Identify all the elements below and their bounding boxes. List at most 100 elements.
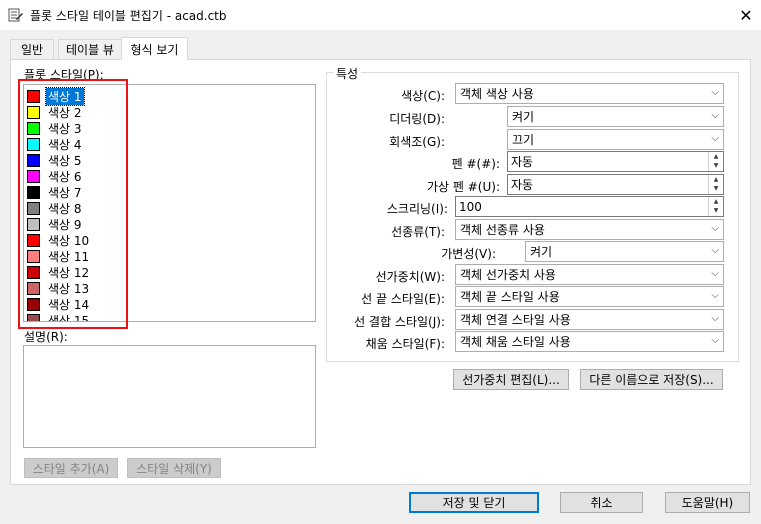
tab-general[interactable]: 일반 — [10, 39, 54, 59]
spin-up-icon[interactable]: ▲ — [709, 152, 723, 161]
adaptive-dropdown[interactable]: 켜기 ⌵ — [525, 241, 724, 262]
tab-form-view[interactable]: 형식 보기 — [121, 37, 188, 60]
fill-style-label: 채움 스타일(F): — [365, 337, 445, 351]
pen-number-spinner[interactable]: 자동 ▲ ▼ — [507, 151, 724, 172]
line-end-style-value: 객체 끝 스타일 사용 — [460, 290, 560, 304]
plot-style-name: 색상 5 — [48, 153, 82, 168]
plot-style-name: 색상 7 — [48, 185, 82, 200]
plot-styles-list[interactable]: 색상 1 색상 2 색상 3 색상 4 색상 5 색상 6 색상 7 색상 8 색상 9 색상 1… — [23, 84, 316, 322]
dither-value: 켜기 — [512, 110, 535, 124]
plot-style-name: 색상 4 — [48, 137, 82, 152]
plot-style-item[interactable]: 색상 11 — [27, 248, 91, 264]
screening-value: 100 — [459, 199, 482, 214]
color-dropdown[interactable]: 객체 색상 사용 ⌵ — [455, 83, 724, 104]
plot-style-item[interactable]: 색상 4 — [27, 136, 84, 152]
spinner-buttons[interactable]: ▲ ▼ — [708, 197, 723, 216]
color-swatch-icon — [27, 89, 40, 103]
pen-number-value: 자동 — [511, 155, 534, 169]
close-icon[interactable]: ✕ — [731, 0, 761, 30]
tab-table-view[interactable]: 테이블 뷰 — [58, 39, 122, 59]
plot-style-name: 색상 15 — [48, 313, 90, 322]
spinner-buttons[interactable]: ▲ ▼ — [708, 152, 723, 171]
plot-style-item[interactable]: 색상 2 — [27, 104, 84, 120]
plot-style-item[interactable]: 색상 5 — [27, 152, 84, 168]
chevron-down-icon: ⌵ — [711, 245, 719, 256]
plot-style-name: 색상 13 — [48, 281, 90, 296]
plot-style-name: 색상 12 — [48, 265, 90, 280]
color-swatch-icon — [27, 265, 40, 279]
pen-number-label: 펜 #(#): — [451, 157, 500, 171]
edit-lineweights-button[interactable]: 선가중치 편집(L)... — [453, 369, 569, 390]
spin-down-icon[interactable]: ▼ — [709, 184, 723, 193]
color-value: 객체 색상 사용 — [460, 87, 534, 101]
color-swatch-icon — [27, 121, 40, 135]
chevron-down-icon: ⌵ — [711, 290, 719, 301]
plot-style-item[interactable]: 색상 14 — [27, 296, 91, 312]
spin-down-icon[interactable]: ▼ — [709, 161, 723, 170]
color-swatch-icon — [27, 233, 40, 247]
plot-style-name: 색상 6 — [48, 169, 82, 184]
color-swatch-icon — [27, 105, 40, 119]
line-end-style-label: 선 끝 스타일(E): — [361, 292, 445, 306]
lineweight-value: 객체 선가중치 사용 — [460, 268, 556, 282]
plot-styles-label: 플롯 스타일(P): — [24, 68, 104, 82]
line-join-style-dropdown[interactable]: 객체 연결 스타일 사용 ⌵ — [455, 309, 724, 330]
color-swatch-icon — [27, 137, 40, 151]
grayscale-value: 끄기 — [512, 133, 535, 147]
add-style-button[interactable]: 스타일 추가(A) — [24, 458, 118, 478]
line-join-style-value: 객체 연결 스타일 사용 — [460, 313, 571, 327]
help-button[interactable]: 도움말(H) — [665, 492, 750, 513]
plot-style-name: 색상 14 — [48, 297, 90, 312]
window-title: 플롯 스타일 테이블 편집기 - acad.ctb — [30, 9, 227, 23]
virtual-pen-spinner[interactable]: 자동 ▲ ▼ — [507, 174, 724, 195]
description-textarea[interactable] — [23, 345, 316, 448]
plot-style-item[interactable]: 색상 15 — [27, 312, 91, 322]
dither-dropdown[interactable]: 켜기 ⌵ — [507, 106, 724, 127]
spin-up-icon[interactable]: ▲ — [709, 175, 723, 184]
grayscale-label: 회색조(G): — [389, 135, 445, 149]
fill-style-dropdown[interactable]: 객체 채움 스타일 사용 ⌵ — [455, 331, 724, 352]
chevron-down-icon: ⌵ — [711, 110, 719, 121]
color-swatch-icon — [27, 313, 40, 321]
save-and-close-button[interactable]: 저장 및 닫기 — [409, 492, 539, 513]
plot-style-item[interactable]: 색상 1 — [27, 86, 85, 106]
plot-style-item[interactable]: 색상 9 — [27, 216, 84, 232]
properties-group-title: 특성 — [333, 65, 362, 82]
plot-style-item[interactable]: 색상 8 — [27, 200, 84, 216]
color-label: 색상(C): — [401, 89, 445, 103]
linetype-dropdown[interactable]: 객체 선종류 사용 ⌵ — [455, 219, 724, 240]
dither-label: 디더링(D): — [389, 112, 445, 126]
plot-style-item[interactable]: 색상 3 — [27, 120, 84, 136]
chevron-down-icon: ⌵ — [711, 87, 719, 98]
plot-style-name: 색상 9 — [48, 217, 82, 232]
plot-style-item[interactable]: 색상 13 — [27, 280, 91, 296]
plot-style-item[interactable]: 색상 10 — [27, 232, 91, 248]
color-swatch-icon — [27, 249, 40, 263]
chevron-down-icon: ⌵ — [711, 335, 719, 346]
color-swatch-icon — [27, 297, 40, 311]
spin-down-icon[interactable]: ▼ — [709, 206, 723, 215]
screening-spinner[interactable]: 100 ▲ ▼ — [455, 196, 724, 217]
delete-style-button[interactable]: 스타일 삭제(Y) — [127, 458, 221, 478]
plot-style-item[interactable]: 색상 6 — [27, 168, 84, 184]
virtual-pen-value: 자동 — [511, 178, 534, 192]
chevron-down-icon: ⌵ — [711, 133, 719, 144]
plot-style-item[interactable]: 색상 7 — [27, 184, 84, 200]
plot-style-name: 색상 10 — [48, 233, 90, 248]
plot-style-name: 색상 8 — [48, 201, 82, 216]
plot-style-item[interactable]: 색상 12 — [27, 264, 91, 280]
description-label: 설명(R): — [24, 330, 68, 344]
adaptive-value: 켜기 — [530, 245, 553, 259]
plot-style-name: 색상 1 — [45, 86, 85, 106]
lineweight-dropdown[interactable]: 객체 선가중치 사용 ⌵ — [455, 264, 724, 285]
cancel-button[interactable]: 취소 — [560, 492, 643, 513]
spin-up-icon[interactable]: ▲ — [709, 197, 723, 206]
linetype-value: 객체 선종류 사용 — [460, 223, 545, 237]
spinner-buttons[interactable]: ▲ ▼ — [708, 175, 723, 194]
grayscale-dropdown[interactable]: 끄기 ⌵ — [507, 129, 724, 150]
chevron-down-icon: ⌵ — [711, 223, 719, 234]
save-as-button[interactable]: 다른 이름으로 저장(S)... — [580, 369, 723, 390]
lineweight-label: 선가중치(W): — [375, 270, 445, 284]
chevron-down-icon: ⌵ — [711, 268, 719, 279]
line-end-style-dropdown[interactable]: 객체 끝 스타일 사용 ⌵ — [455, 286, 724, 307]
